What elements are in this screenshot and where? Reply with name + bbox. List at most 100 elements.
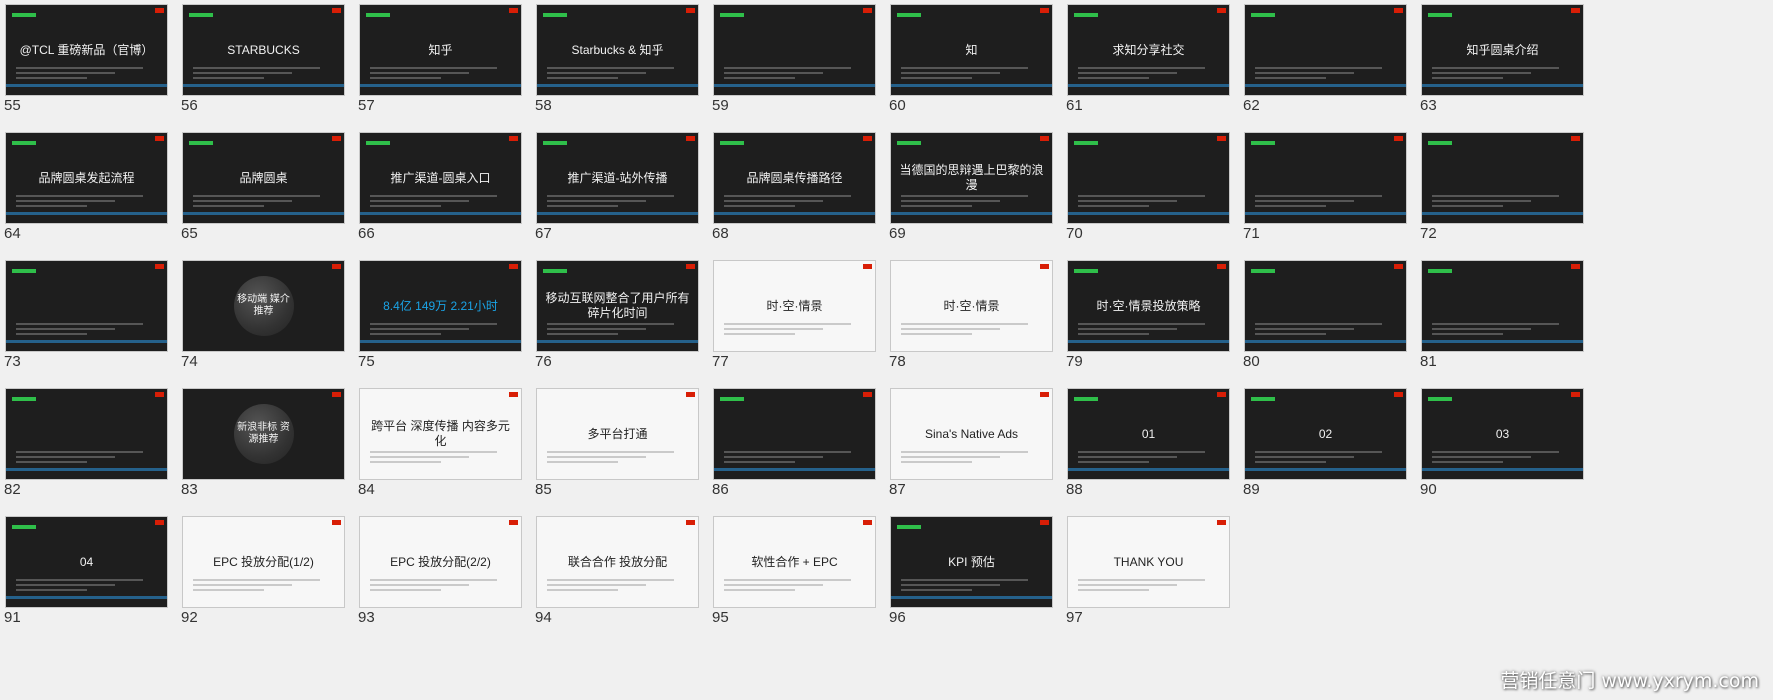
slide-thumbnail-96[interactable]: KPI 预估 96: [885, 512, 1053, 632]
slide-title: 新浪非标 资源推荐: [237, 421, 290, 446]
slide-thumbnail-71[interactable]: 71: [1239, 128, 1407, 248]
slide-thumbnail-81[interactable]: 81: [1416, 256, 1584, 376]
slide-thumbnail-65[interactable]: 品牌圆桌 65: [177, 128, 345, 248]
slide-thumbnail-87[interactable]: Sina's Native Ads 87: [885, 384, 1053, 504]
slide-thumbnail-75[interactable]: 8.4亿 149万 2.21小时 75: [354, 256, 522, 376]
content-lines: [370, 192, 511, 207]
slide-preview[interactable]: [1421, 132, 1584, 224]
slide-preview[interactable]: 品牌圆桌传播路径: [713, 132, 876, 224]
slide-preview[interactable]: [5, 260, 168, 352]
slide-thumbnail-84[interactable]: 跨平台 深度传播 内容多元化 84: [354, 384, 522, 504]
slide-preview[interactable]: 移动互联网整合了用户所有碎片化时间: [536, 260, 699, 352]
slide-preview[interactable]: 软性合作 + EPC: [713, 516, 876, 608]
slide-preview[interactable]: 01: [1067, 388, 1230, 480]
slide-thumbnail-97[interactable]: THANK YOU 97: [1062, 512, 1230, 632]
slide-thumbnail-61[interactable]: 求知分享社交 61: [1062, 0, 1230, 120]
slide-preview[interactable]: EPC 投放分配(2/2): [359, 516, 522, 608]
slide-thumbnail-88[interactable]: 01 88: [1062, 384, 1230, 504]
slide-preview[interactable]: [1244, 132, 1407, 224]
slide-preview[interactable]: [1067, 132, 1230, 224]
slide-thumbnail-79[interactable]: 时·空·情景投放策略 79: [1062, 256, 1230, 376]
slide-preview[interactable]: Sina's Native Ads: [890, 388, 1053, 480]
slide-thumbnail-78[interactable]: 时·空·情景 78: [885, 256, 1053, 376]
slide-thumbnail-68[interactable]: 品牌圆桌传播路径 68: [708, 128, 876, 248]
slide-thumbnail-92[interactable]: EPC 投放分配(1/2) 92: [177, 512, 345, 632]
slide-preview[interactable]: 02: [1244, 388, 1407, 480]
slide-thumbnail-55[interactable]: @TCL 重磅新品（官博） 55: [0, 0, 168, 120]
slide-thumbnail-86[interactable]: 86: [708, 384, 876, 504]
slide-preview[interactable]: 多平台打通: [536, 388, 699, 480]
slide-thumbnail-66[interactable]: 推广渠道-圆桌入口 66: [354, 128, 522, 248]
slide-thumbnail-95[interactable]: 软性合作 + EPC 95: [708, 512, 876, 632]
slide-preview[interactable]: EPC 投放分配(1/2): [182, 516, 345, 608]
slide-preview[interactable]: 时·空·情景: [890, 260, 1053, 352]
slide-thumbnail-89[interactable]: 02 89: [1239, 384, 1407, 504]
slide-preview[interactable]: 知: [890, 4, 1053, 96]
slide-thumbnail-67[interactable]: 推广渠道-站外传播 67: [531, 128, 699, 248]
slide-preview[interactable]: Starbucks & 知乎: [536, 4, 699, 96]
slide-thumbnail-76[interactable]: 移动互联网整合了用户所有碎片化时间 76: [531, 256, 699, 376]
slide-thumbnail-57[interactable]: 知乎 57: [354, 0, 522, 120]
slide-thumbnail-59[interactable]: 59: [708, 0, 876, 120]
slide-preview[interactable]: 品牌圆桌: [182, 132, 345, 224]
slide-number: 82: [4, 481, 21, 498]
accent-stripe: [714, 84, 875, 87]
slide-thumbnail-93[interactable]: EPC 投放分配(2/2) 93: [354, 512, 522, 632]
slide-thumbnail-91[interactable]: 04 91: [0, 512, 168, 632]
brand-logo-icon: [686, 136, 695, 141]
slide-thumbnail-72[interactable]: 72: [1416, 128, 1584, 248]
slide-preview[interactable]: 推广渠道-圆桌入口: [359, 132, 522, 224]
slide-thumbnail-82[interactable]: 82: [0, 384, 168, 504]
slide-thumbnail-70[interactable]: 70: [1062, 128, 1230, 248]
slide-preview[interactable]: STARBUCKS: [182, 4, 345, 96]
slide-preview[interactable]: [713, 388, 876, 480]
slide-preview[interactable]: 知乎圆桌介绍: [1421, 4, 1584, 96]
slide-thumbnail-77[interactable]: 时·空·情景 77: [708, 256, 876, 376]
slide-preview[interactable]: 03: [1421, 388, 1584, 480]
slide-thumbnail-63[interactable]: 知乎圆桌介绍 63: [1416, 0, 1584, 120]
slide-preview[interactable]: 当德国的思辩遇上巴黎的浪漫: [890, 132, 1053, 224]
slide-preview[interactable]: 推广渠道-站外传播: [536, 132, 699, 224]
slide-preview[interactable]: 04: [5, 516, 168, 608]
slide-preview[interactable]: @TCL 重磅新品（官博）: [5, 4, 168, 96]
slide-preview[interactable]: 求知分享社交: [1067, 4, 1230, 96]
slide-preview[interactable]: 新浪非标 资源推荐: [182, 388, 345, 480]
content-lines: [193, 576, 334, 591]
slide-preview[interactable]: 时·空·情景投放策略: [1067, 260, 1230, 352]
slide-preview[interactable]: 跨平台 深度传播 内容多元化: [359, 388, 522, 480]
slide-thumbnail-74[interactable]: 移动端 媒介推荐 74: [177, 256, 345, 376]
slide-thumbnail-80[interactable]: 80: [1239, 256, 1407, 376]
slide-number: 80: [1243, 353, 1260, 370]
brand-logo-icon: [155, 8, 164, 13]
brand-logo-icon: [1040, 8, 1049, 13]
slide-preview[interactable]: 品牌圆桌发起流程: [5, 132, 168, 224]
slide-preview[interactable]: 时·空·情景: [713, 260, 876, 352]
slide-preview[interactable]: [1244, 4, 1407, 96]
slide-thumbnail-58[interactable]: Starbucks & 知乎 58: [531, 0, 699, 120]
slide-preview[interactable]: KPI 预估: [890, 516, 1053, 608]
slide-thumbnail-85[interactable]: 多平台打通 85: [531, 384, 699, 504]
slide-thumbnail-64[interactable]: 品牌圆桌发起流程 64: [0, 128, 168, 248]
slide-preview[interactable]: 8.4亿 149万 2.21小时: [359, 260, 522, 352]
slide-title: 时·空·情景: [766, 298, 823, 313]
slide-number: 60: [889, 97, 906, 114]
slide-thumbnail-90[interactable]: 03 90: [1416, 384, 1584, 504]
accent-stripe: [891, 84, 1052, 87]
slide-preview[interactable]: [1244, 260, 1407, 352]
slide-thumbnail-73[interactable]: 73: [0, 256, 168, 376]
slide-thumbnail-94[interactable]: 联合合作 投放分配 94: [531, 512, 699, 632]
slide-thumbnail-69[interactable]: 当德国的思辩遇上巴黎的浪漫 69: [885, 128, 1053, 248]
slide-preview[interactable]: THANK YOU: [1067, 516, 1230, 608]
slide-thumbnail-83[interactable]: 新浪非标 资源推荐 83: [177, 384, 345, 504]
slide-preview[interactable]: [1421, 260, 1584, 352]
slide-number: 67: [535, 225, 552, 242]
slide-number: 95: [712, 609, 729, 626]
slide-thumbnail-56[interactable]: STARBUCKS 56: [177, 0, 345, 120]
slide-preview[interactable]: 知乎: [359, 4, 522, 96]
slide-preview[interactable]: [713, 4, 876, 96]
slide-preview[interactable]: 联合合作 投放分配: [536, 516, 699, 608]
slide-thumbnail-60[interactable]: 知 60: [885, 0, 1053, 120]
slide-preview[interactable]: 移动端 媒介推荐: [182, 260, 345, 352]
slide-preview[interactable]: [5, 388, 168, 480]
slide-thumbnail-62[interactable]: 62: [1239, 0, 1407, 120]
